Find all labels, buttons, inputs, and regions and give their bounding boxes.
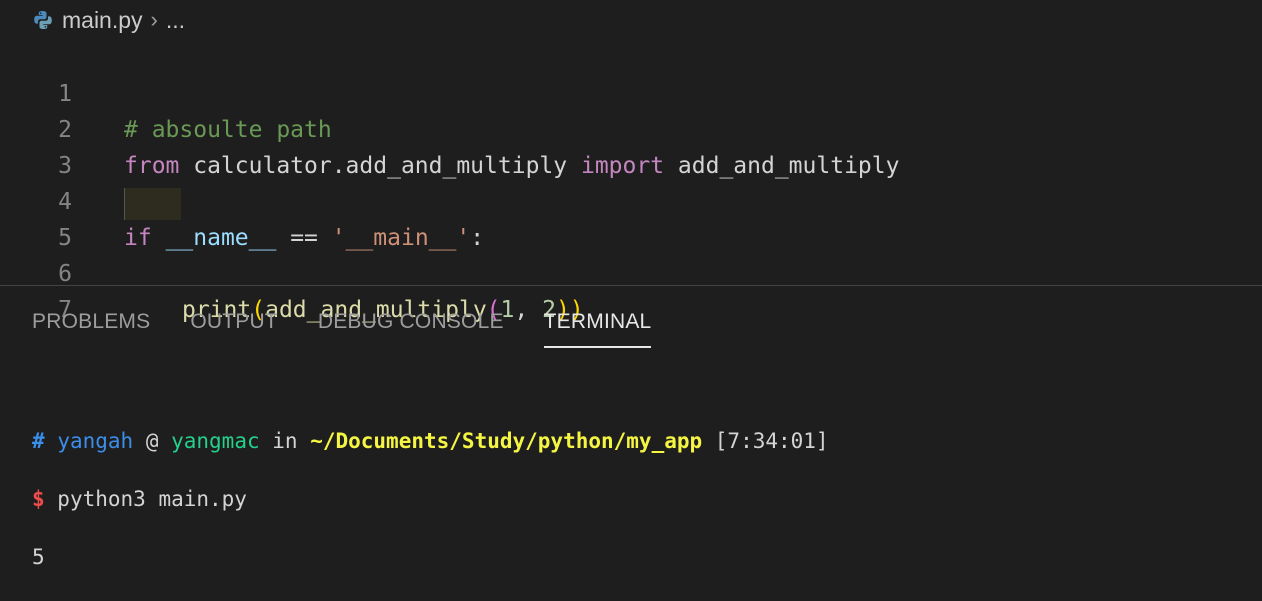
code-line[interactable]: 7: [0, 256, 72, 323]
terminal-prompt-line: # yangah @ yangmac in ~/Documents/Study/…: [32, 427, 829, 456]
string-token: '__main__': [331, 225, 471, 251]
terminal-command-line: $ python3 main.py: [32, 485, 829, 514]
terminal-at: @: [133, 429, 172, 453]
keyword-token: import: [580, 153, 665, 179]
chevron-right-icon: ›: [150, 7, 158, 32]
breadcrumb-symbol[interactable]: ...: [166, 7, 185, 34]
identifier-token: add_and_multiply: [664, 153, 900, 179]
comment-token: # absoulte path: [124, 117, 332, 143]
colon-token: :: [470, 225, 485, 251]
variable-token: __name__: [165, 225, 277, 251]
prompt-dollar: $: [32, 487, 45, 511]
code-line[interactable]: 1 # absoulte path: [0, 40, 332, 143]
terminal-output[interactable]: # yangah @ yangmac in ~/Documents/Study/…: [32, 398, 829, 601]
indent-guide: [124, 188, 181, 220]
code-line[interactable]: 6: [0, 220, 72, 287]
panel-divider[interactable]: [0, 285, 1262, 286]
tab-debug-console[interactable]: DEBUG CONSOLE: [318, 300, 504, 348]
terminal-time: [7:34:01]: [702, 429, 829, 453]
python-file-icon: [34, 11, 52, 29]
code-line[interactable]: 4 if __name__ == '__main__':: [0, 148, 484, 251]
code-line[interactable]: 3: [0, 112, 72, 179]
terminal-host: yangmac: [171, 429, 260, 453]
tab-output[interactable]: OUTPUT: [190, 300, 278, 348]
terminal-in: in: [259, 429, 311, 453]
code-editor[interactable]: 1 # absoulte path 2 from calculator.add_…: [0, 40, 1262, 323]
prompt-hash: #: [32, 429, 45, 453]
tab-terminal[interactable]: TERMINAL: [543, 300, 652, 348]
keyword-token: from: [124, 153, 180, 179]
tab-problems[interactable]: PROBLEMS: [32, 300, 150, 348]
operator-token: ==: [276, 225, 332, 251]
panel-tabs: PROBLEMS OUTPUT DEBUG CONSOLE TERMINAL: [32, 300, 652, 348]
code-line[interactable]: 2 from calculator.add_and_multiply impor…: [0, 76, 899, 179]
terminal-path: ~/Documents/Study/python/my_app: [310, 429, 703, 453]
breadcrumb: main.py › ...: [32, 4, 185, 36]
terminal-command: python3 main.py: [44, 487, 247, 511]
breadcrumb-file[interactable]: main.py: [62, 7, 143, 34]
terminal-user: yangah: [57, 429, 134, 453]
code-line[interactable]: 5 print(add_and_multiply(1, 2)): [0, 184, 584, 323]
keyword-token: if: [124, 225, 152, 251]
terminal-result: 5: [32, 545, 45, 569]
module-token: calculator.add_and_multiply: [179, 153, 581, 179]
